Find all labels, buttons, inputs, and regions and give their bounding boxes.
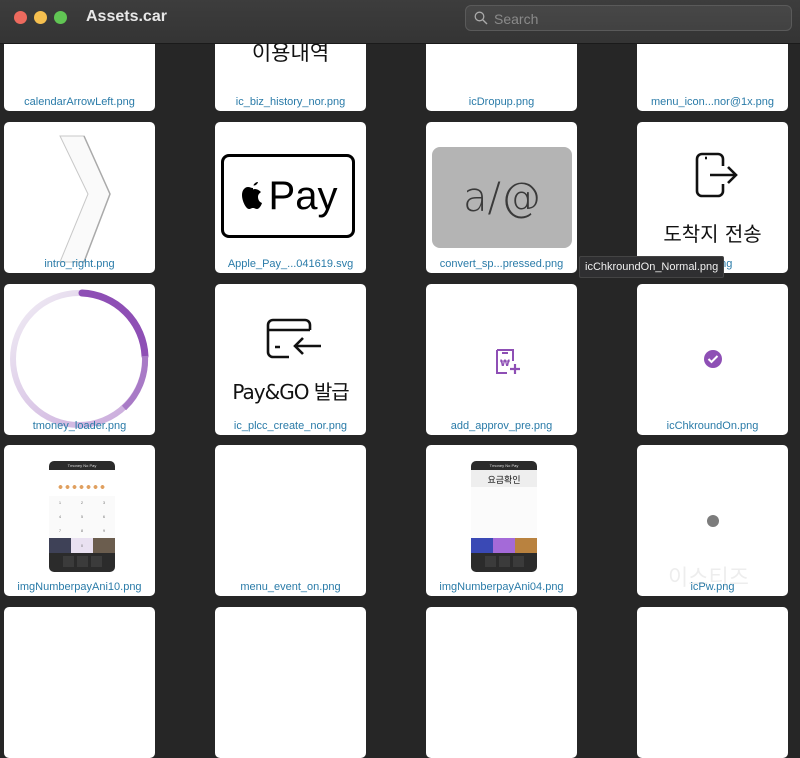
preview-text: a/@ — [463, 174, 541, 221]
apple-pay-mark: Pay — [221, 154, 355, 238]
exit-door-arrow-icon — [695, 152, 738, 198]
asset-name: Apple_Pay_...041619.svg — [227, 258, 354, 270]
asset-card[interactable]: tmoney_loader.png — [4, 284, 155, 435]
loader-ring-icon — [10, 289, 149, 428]
preview-text: Pay — [268, 173, 338, 218]
asset-card[interactable]: menu_event_on.png — [215, 445, 366, 596]
asset-name: icDropup.png — [468, 96, 535, 108]
asset-card[interactable]: intro_right.png — [4, 122, 155, 273]
filename-tooltip: icChkroundOn_Normal.png — [579, 256, 725, 278]
watermark: 이스티즈 — [668, 566, 749, 591]
asset-name: icChkroundOn.png — [666, 420, 759, 432]
asset-name: calendarArrowLeft.png — [24, 96, 135, 108]
asset-preview — [637, 445, 788, 578]
asset-preview — [4, 122, 155, 263]
asset-name: ic_biz_history_nor.png — [235, 96, 346, 108]
asset-card[interactable]: Tmoney No Pay 123456789 0 imgNumberpayAn… — [4, 445, 155, 596]
card-return-icon — [266, 318, 321, 359]
asset-name: menu_icon...nor@1x.png — [650, 96, 775, 108]
asset-preview — [215, 445, 366, 578]
asset-name: menu_event_on.png — [240, 581, 341, 593]
zoom-window-button[interactable] — [54, 11, 67, 24]
asset-preview — [637, 284, 788, 417]
asset-name: intro_right.png — [44, 258, 115, 270]
password-dot-icon — [707, 515, 719, 527]
asset-card[interactable]: icChkroundOn.png — [637, 284, 788, 435]
asset-card[interactable] — [4, 607, 155, 758]
preview-text: Pay&GO 발급 — [232, 380, 349, 404]
asset-name: imgNumberpayAni04.png — [439, 581, 564, 593]
phone-header: Tmoney No Pay — [67, 463, 97, 468]
phone-keypad-thumbnail: Tmoney No Pay 123456789 0 — [49, 461, 115, 572]
asset-name: imgNumberpayAni10.png — [17, 581, 142, 593]
search-field[interactable] — [465, 5, 792, 31]
minimize-window-button[interactable] — [34, 11, 47, 24]
close-window-button[interactable] — [14, 11, 27, 24]
asset-card[interactable]: Pay&GO 발급 ic_plcc_create_nor.png — [215, 284, 366, 435]
asset-preview: a/@ — [426, 122, 577, 255]
asset-name: tmoney_loader.png — [32, 420, 127, 432]
asset-preview: Tmoney No Pay 요금확인 — [426, 445, 577, 578]
asset-card[interactable] — [637, 607, 788, 758]
search-input[interactable] — [492, 8, 786, 30]
asset-card[interactable]: a/@ convert_sp...pressed.png — [426, 122, 577, 273]
asset-name: add_approv_pre.png — [450, 420, 553, 432]
chevron-right-icon — [59, 135, 111, 263]
asset-preview: 도착지 전송 — [637, 122, 788, 255]
phone-fare-thumbnail: Tmoney No Pay 요금확인 — [471, 461, 537, 572]
receipt-add-icon: ₩ — [496, 349, 520, 374]
asset-preview: Pay&GO 발급 — [215, 284, 366, 417]
asset-card[interactable]: 도착지 전송 ...or.png — [637, 122, 788, 273]
window-title: Assets.car — [86, 8, 167, 25]
asset-card[interactable]: ₩ add_approv_pre.png — [426, 284, 577, 435]
asset-preview — [4, 284, 155, 435]
asset-card[interactable]: Tmoney No Pay 요금확인 imgNumberpayAni04.png — [426, 445, 577, 596]
asset-card[interactable] — [426, 607, 577, 758]
asset-card[interactable] — [215, 607, 366, 758]
asset-preview: Tmoney No Pay 123456789 0 — [4, 445, 155, 578]
title-bar: Assets.car — [0, 0, 800, 44]
asset-card[interactable]: Pay Apple_Pay_...041619.svg — [215, 122, 366, 273]
phone-title: 요금확인 — [487, 476, 521, 486]
apple-logo-icon — [241, 182, 262, 209]
preview-text: 도착지 전송 — [663, 222, 762, 246]
asset-preview: Pay — [215, 122, 366, 255]
asset-grid: calendarArrowLeft.png 이용내역 ic_biz_histor… — [0, 0, 800, 758]
asset-preview: ₩ — [426, 284, 577, 417]
check-circle-icon — [704, 350, 722, 368]
asset-name: ic_plcc_create_nor.png — [233, 420, 348, 432]
search-icon — [474, 11, 488, 25]
phone-header: Tmoney No Pay — [489, 463, 519, 468]
asset-name: convert_sp...pressed.png — [439, 258, 564, 270]
svg-text:₩: ₩ — [500, 359, 510, 369]
